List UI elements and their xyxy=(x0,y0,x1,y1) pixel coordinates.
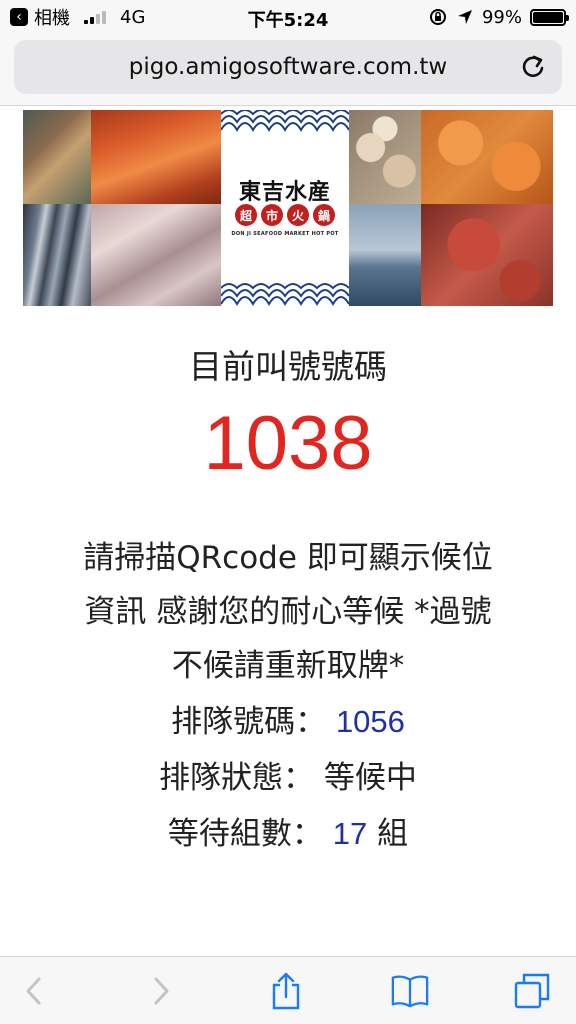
instruction-line-1: 請掃描QRcode 即可顯示候位 xyxy=(83,540,493,576)
orientation-lock-icon xyxy=(429,9,446,25)
share-button[interactable] xyxy=(266,971,306,1011)
scallop-photo xyxy=(349,110,421,204)
store-logo-english: DON JI SEAFOOD MARKET HOT POT xyxy=(231,231,339,237)
current-called-number: 1038 xyxy=(203,401,373,486)
instruction-line-3: 不候請重新取牌* xyxy=(171,648,405,684)
bookmarks-button[interactable] xyxy=(390,971,430,1011)
status-bar-right: 99% xyxy=(428,0,569,34)
battery-percent: 99% xyxy=(481,6,522,28)
status-bar: ‹ 相機 4G 下午5:24 99% xyxy=(0,0,576,34)
back-arrow-icon xyxy=(26,977,41,1005)
logo-seal: 超 xyxy=(235,204,257,226)
share-icon xyxy=(272,972,300,1010)
logo-seal: 鍋 xyxy=(313,204,335,226)
battery-level xyxy=(533,11,563,23)
location-arrow-icon xyxy=(457,10,472,24)
queue-number-row: 排隊號碼： 1056 xyxy=(0,696,576,741)
forward-arrow-icon xyxy=(154,977,169,1005)
store-logo-panel: 東吉水産 超 市 火 鍋 DON JI SEAFOOD MARKET HOT P… xyxy=(221,110,349,306)
squid-photo xyxy=(91,204,221,306)
waiting-groups-value: 17 xyxy=(332,816,368,851)
browser-toolbar xyxy=(0,956,576,1024)
queue-number-label: 排隊號碼： xyxy=(171,704,327,740)
current-number-label: 目前叫號號碼 xyxy=(189,347,387,386)
crab-photo xyxy=(421,110,553,204)
octopus-photo xyxy=(421,204,553,306)
reload-icon[interactable] xyxy=(518,52,548,82)
tabs-icon xyxy=(514,973,550,1009)
instruction-line-2: 資訊 感謝您的耐心等候 *過號 xyxy=(84,594,492,630)
wave-pattern-bottom xyxy=(221,280,349,306)
waiting-groups-row: 等待組數： 17 組 xyxy=(0,808,576,853)
forward-button[interactable] xyxy=(141,971,181,1011)
lobster-photo xyxy=(91,110,221,204)
store-banner: 東吉水産 超 市 火 鍋 DON JI SEAFOOD MARKET HOT P… xyxy=(23,110,553,306)
battery-icon xyxy=(530,8,569,26)
queue-number-value: 1056 xyxy=(335,704,405,739)
queue-status-value: 等候中 xyxy=(323,760,417,796)
logo-seal: 市 xyxy=(261,204,283,226)
browser-address-area: pigo.amigosoftware.com.tw xyxy=(0,34,576,106)
shrimp-photo xyxy=(23,110,91,204)
logo-seal: 火 xyxy=(287,204,309,226)
wave-pattern-top xyxy=(221,110,349,136)
fishing-boat-photo xyxy=(349,204,421,306)
tabs-button[interactable] xyxy=(512,971,552,1011)
store-logo-seals: 超 市 火 鍋 xyxy=(235,204,335,226)
queue-status-row: 排隊狀態： 等候中 xyxy=(0,752,576,797)
bookmarks-book-icon xyxy=(391,975,429,1008)
waiting-groups-label: 等待組數： xyxy=(167,816,323,852)
queue-status-label: 排隊狀態： xyxy=(159,760,315,796)
url-text[interactable]: pigo.amigosoftware.com.tw xyxy=(129,54,447,80)
store-logo-title: 東吉水産 xyxy=(238,179,331,205)
back-button[interactable] xyxy=(14,971,54,1011)
tuna-photo xyxy=(23,204,91,306)
address-bar[interactable]: pigo.amigosoftware.com.tw xyxy=(14,40,562,94)
waiting-groups-unit: 組 xyxy=(377,816,409,852)
